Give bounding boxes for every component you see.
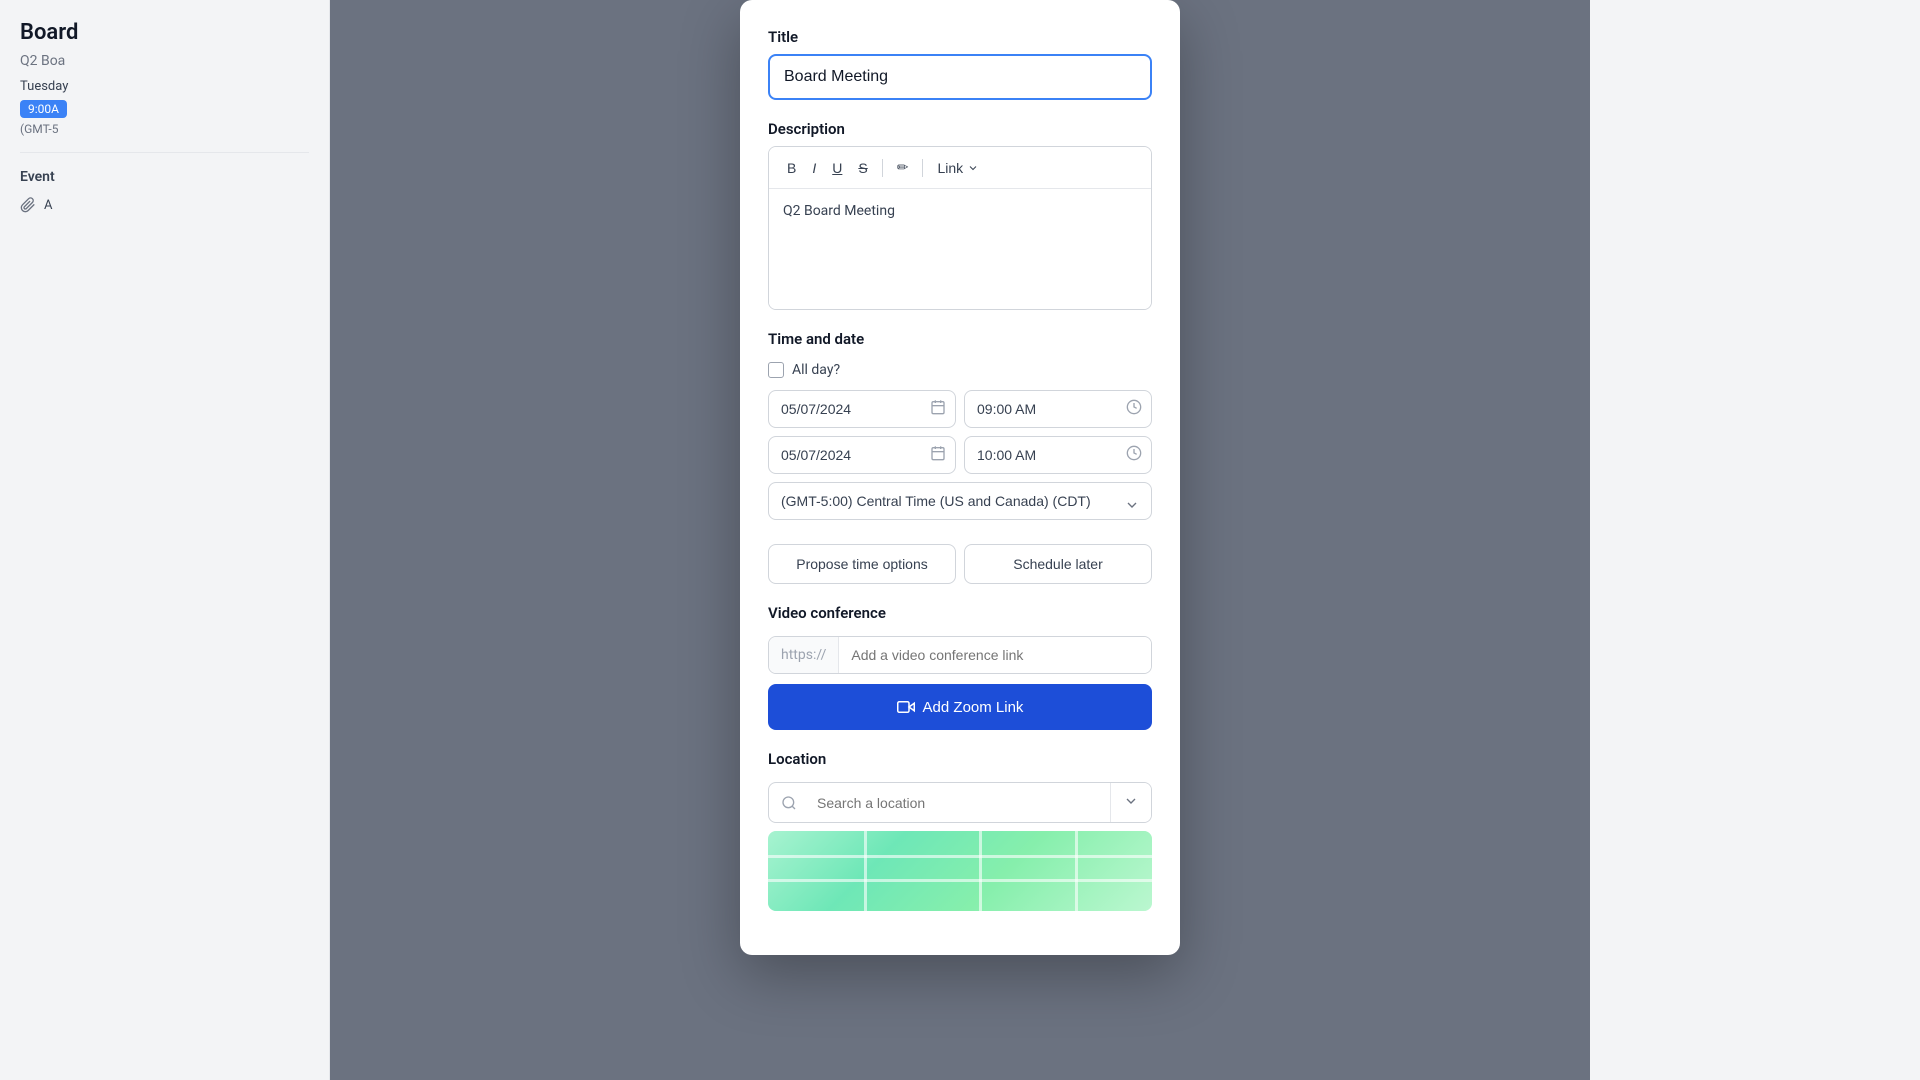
right-panel — [1590, 0, 1920, 1080]
map-road-v2 — [979, 831, 982, 911]
map-road-h2 — [768, 879, 1152, 882]
sidebar-day: Tuesday — [20, 79, 68, 94]
description-editor-body[interactable]: Q2 Board Meeting — [769, 189, 1151, 309]
start-date-time-row — [768, 390, 1152, 428]
highlight-button[interactable]: ✏ — [891, 155, 915, 180]
map-background — [768, 831, 1152, 911]
location-dropdown-button[interactable] — [1110, 783, 1151, 822]
sidebar-event-title: Board — [20, 20, 309, 45]
start-time-wrapper — [964, 390, 1152, 428]
title-label: Title — [768, 28, 1152, 46]
all-day-row: All day? — [768, 362, 1152, 378]
editor-toolbar: B I U S ✏ Link — [769, 147, 1151, 189]
all-day-label: All day? — [792, 362, 840, 378]
toolbar-divider-1 — [882, 159, 883, 177]
propose-schedule-row: Propose time options Schedule later — [768, 544, 1152, 584]
https-prefix: https:// — [769, 637, 839, 673]
video-icon — [897, 698, 915, 716]
add-zoom-button[interactable]: Add Zoom Link — [768, 684, 1152, 730]
map-road-v3 — [1075, 831, 1078, 911]
sidebar-divider — [20, 152, 309, 153]
location-label: Location — [768, 750, 1152, 768]
sidebar-item-label: A — [44, 198, 52, 213]
location-section: Location — [768, 750, 1152, 911]
end-date-time-row — [768, 436, 1152, 474]
location-search-input[interactable] — [809, 783, 1110, 822]
time-date-section: Time and date All day? — [768, 330, 1152, 584]
rich-editor: B I U S ✏ Link Q2 Board Meeting — [768, 146, 1152, 310]
sidebar-event-desc: Q2 Boa — [20, 53, 309, 69]
description-label: Description — [768, 120, 1152, 138]
title-input[interactable] — [768, 54, 1152, 100]
video-label: Video conference — [768, 604, 1152, 622]
toolbar-divider-2 — [922, 159, 923, 177]
map-preview — [768, 831, 1152, 911]
link-button[interactable]: Link — [931, 156, 985, 180]
sidebar-section-title: Event — [20, 169, 309, 185]
search-icon — [781, 795, 797, 811]
start-date-wrapper — [768, 390, 956, 428]
chevron-down-icon — [967, 162, 979, 174]
description-text: Q2 Board Meeting — [783, 203, 895, 219]
start-date-input[interactable] — [768, 390, 956, 428]
italic-button[interactable]: I — [806, 156, 822, 180]
end-date-input[interactable] — [768, 436, 956, 474]
end-time-wrapper — [964, 436, 1152, 474]
strikethrough-button[interactable]: S — [852, 156, 873, 180]
link-label: Link — [937, 160, 963, 176]
video-input-row: https:// — [768, 636, 1152, 674]
location-search-row — [768, 782, 1152, 823]
sidebar-time-badge: 9:00A — [20, 100, 67, 118]
sidebar-item: A — [20, 193, 309, 217]
time-date-label: Time and date — [768, 330, 1152, 348]
end-date-wrapper — [768, 436, 956, 474]
timezone-wrapper: (GMT-5:00) Central Time (US and Canada) … — [768, 482, 1152, 532]
event-form-modal: Title Description B I U S ✏ Link — [740, 0, 1180, 955]
bold-button[interactable]: B — [781, 156, 802, 180]
timezone-select[interactable]: (GMT-5:00) Central Time (US and Canada) … — [768, 482, 1152, 520]
search-icon-wrapper — [769, 783, 809, 822]
sidebar-timezone: (GMT-5 — [20, 122, 309, 136]
schedule-later-button[interactable]: Schedule later — [964, 544, 1152, 584]
description-section: Description B I U S ✏ Link — [768, 120, 1152, 310]
map-road-h1 — [768, 855, 1152, 858]
video-url-input[interactable] — [839, 637, 1151, 673]
end-time-input[interactable] — [964, 436, 1152, 474]
video-conference-section: Video conference https:// Add Zoom Link — [768, 604, 1152, 730]
attachment-icon — [20, 197, 36, 213]
map-road-v1 — [864, 831, 867, 911]
modal-overlay: Title Description B I U S ✏ Link — [330, 0, 1590, 1080]
chevron-down-icon-location — [1123, 793, 1139, 809]
start-time-input[interactable] — [964, 390, 1152, 428]
sidebar-panel: Board Q2 Boa Tuesday 9:00A (GMT-5 Event … — [0, 0, 330, 1080]
underline-button[interactable]: U — [826, 156, 848, 180]
zoom-btn-label: Add Zoom Link — [923, 699, 1024, 716]
all-day-checkbox[interactable] — [768, 362, 784, 378]
propose-time-button[interactable]: Propose time options — [768, 544, 956, 584]
